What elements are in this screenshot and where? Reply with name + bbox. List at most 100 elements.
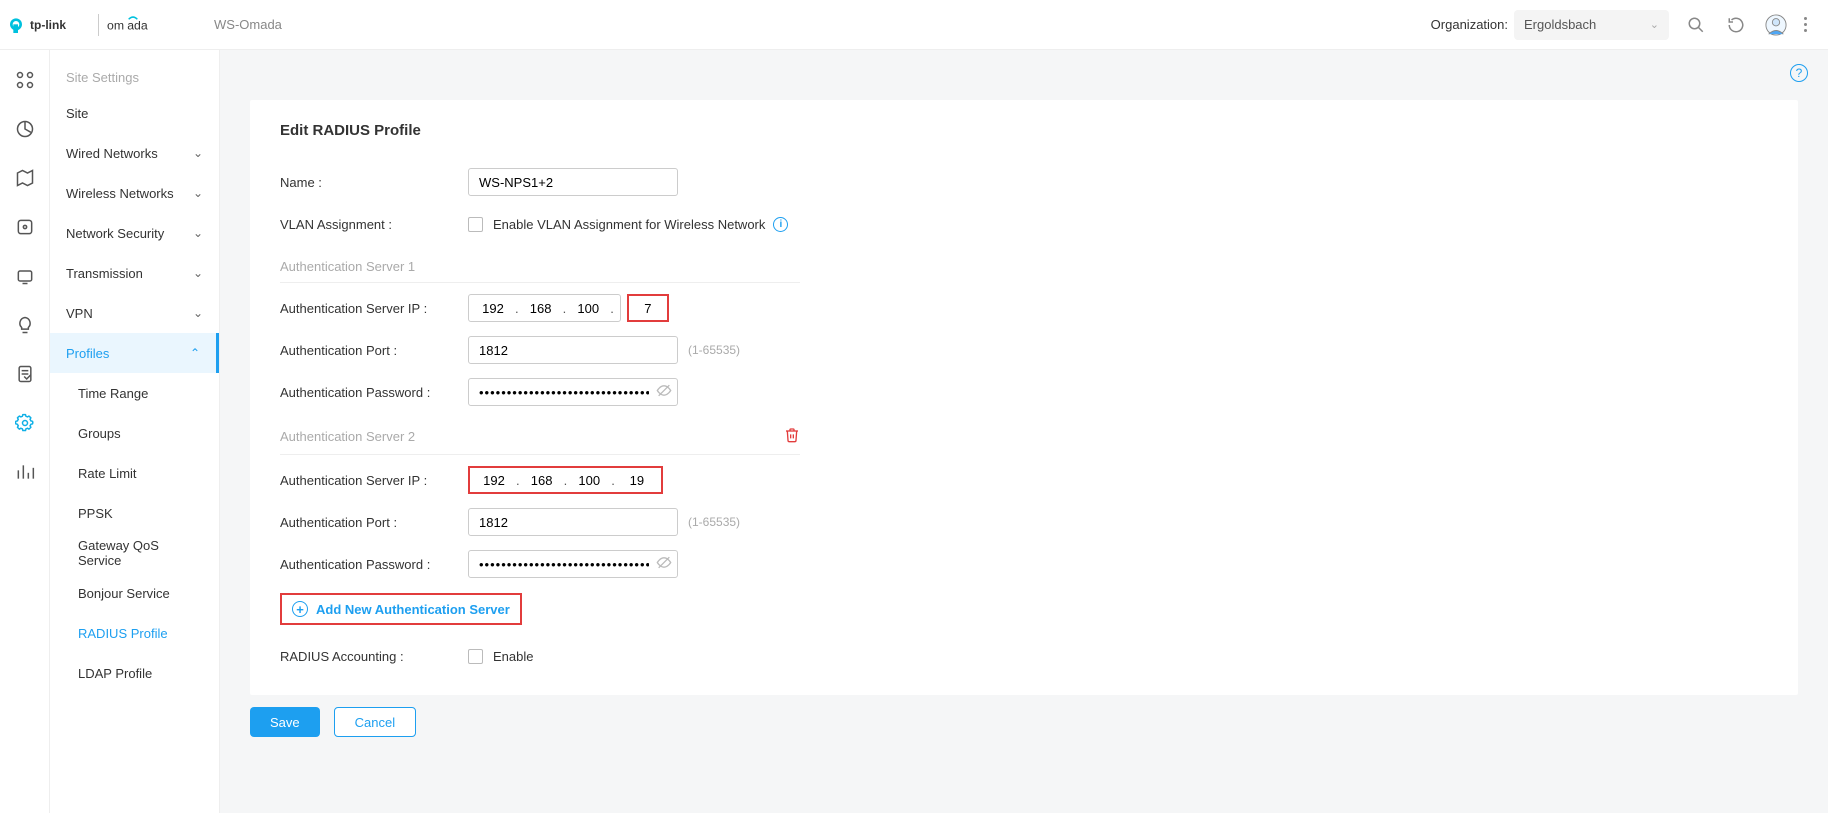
radius-accounting-checkbox-label: Enable [493,649,533,664]
auth-server-2-ip-d[interactable] [617,468,657,492]
clients-icon[interactable] [13,264,37,288]
cancel-button[interactable]: Cancel [334,707,416,737]
sidebar-item-vpn[interactable]: VPN ⌄ [50,293,219,333]
report-icon[interactable] [13,460,37,484]
sidebar-sub-rate-limit[interactable]: Rate Limit [50,453,219,493]
dashboard-icon[interactable] [13,68,37,92]
auth-server-2-ip-label: Authentication Server IP [280,473,468,488]
sidebar-item-wireless-networks[interactable]: Wireless Networks ⌄ [50,173,219,213]
add-auth-server-button[interactable]: + Add New Authentication Server [280,593,522,625]
radius-profile-form: Edit RADIUS Profile Name VLAN Assignment… [250,100,1798,695]
sidebar-item-label: Site [66,106,88,121]
auth-server-1-ip-d[interactable] [629,296,667,320]
auth-server-1-ip-c[interactable] [568,296,608,320]
user-avatar[interactable] [1763,12,1789,38]
sidebar-item-label: Transmission [66,266,143,281]
chevron-down-icon: ⌄ [193,266,203,280]
svg-text:tp-link: tp-link [30,18,66,32]
eye-off-icon[interactable] [656,383,672,402]
auth-server-1-port-label: Authentication Port [280,343,468,358]
chevron-down-icon: ⌄ [1650,18,1659,31]
auth-server-1-ip-d-highlight [627,294,669,322]
sidebar-item-profiles[interactable]: Profiles ⌃ [50,333,219,373]
sidebar-item-transmission[interactable]: Transmission ⌄ [50,253,219,293]
auth-server-1-password-input[interactable] [468,378,678,406]
search-icon[interactable] [1683,12,1709,38]
name-input[interactable] [468,168,678,196]
port-hint: (1-65535) [688,515,740,529]
sidebar-sub-groups[interactable]: Groups [50,413,219,453]
sidebar: Site Settings Site Wired Networks ⌄ Wire… [50,50,220,813]
chevron-up-icon: ⌃ [190,346,200,360]
vlan-assignment-checkbox[interactable] [468,217,483,232]
sidebar-section-title: Site Settings [50,62,219,93]
devices-icon[interactable] [13,215,37,239]
auth-server-1-ip-group: . . . [468,294,621,322]
sidebar-item-label: VPN [66,306,93,321]
sidebar-sub-ppsk[interactable]: PPSK [50,493,219,533]
chevron-down-icon: ⌄ [193,226,203,240]
sidebar-item-label: Network Security [66,226,164,241]
page-title: Edit RADIUS Profile [280,122,1768,139]
delete-server-2-icon[interactable] [784,427,800,446]
sidebar-sub-time-range[interactable]: Time Range [50,373,219,413]
info-icon[interactable]: i [773,217,788,232]
sidebar-sub-gateway-qos[interactable]: Gateway QoS Service [50,533,219,573]
auth-server-2-ip-a[interactable] [474,468,514,492]
auth-server-2-ip-b[interactable] [522,468,562,492]
auth-server-1-password-label: Authentication Password [280,385,468,400]
auth-server-1-port-input[interactable] [468,336,678,364]
radius-accounting-label: RADIUS Accounting [280,649,468,664]
logo-divider [98,14,99,36]
auth-server-1-ip-b[interactable] [521,296,561,320]
content-area: ? Edit RADIUS Profile Name VLAN Assignme… [220,50,1828,813]
refresh-icon[interactable] [1723,12,1749,38]
auth-server-1-header: Authentication Server 1 [280,245,800,283]
icon-rail [0,50,50,813]
svg-text:ada: ada [127,18,148,32]
statistics-icon[interactable] [13,117,37,141]
auth-server-2-ip-c[interactable] [569,468,609,492]
auth-server-2-password-input[interactable] [468,550,678,578]
port-hint: (1-65535) [688,343,740,357]
auth-server-2-header: Authentication Server 2 [280,413,800,455]
more-menu-icon[interactable] [1799,12,1812,37]
sidebar-item-wired-networks[interactable]: Wired Networks ⌄ [50,133,219,173]
auth-server-2-port-input[interactable] [468,508,678,536]
sidebar-item-network-security[interactable]: Network Security ⌄ [50,213,219,253]
radius-accounting-checkbox[interactable] [468,649,483,664]
sidebar-item-site[interactable]: Site [50,93,219,133]
sidebar-sub-ldap-profile[interactable]: LDAP Profile [50,653,219,693]
sidebar-sub-radius-profile[interactable]: RADIUS Profile [50,613,219,653]
chevron-down-icon: ⌄ [193,306,203,320]
topbar: tp-link om ada WS-Omada Organization: Er… [0,0,1828,50]
auth-server-1-ip-a[interactable] [473,296,513,320]
vlan-assignment-checkbox-label: Enable VLAN Assignment for Wireless Netw… [493,217,765,232]
organization-label: Organization: [1431,17,1508,32]
chevron-down-icon: ⌄ [193,146,203,160]
log-icon[interactable] [13,362,37,386]
sidebar-item-label: Profiles [66,346,109,361]
auth-server-2-port-label: Authentication Port [280,515,468,530]
auth-server-2-ip-group: . . . [468,466,663,494]
settings-icon[interactable] [13,411,37,435]
form-footer: Save Cancel [250,707,1828,757]
organization-select[interactable]: Ergoldsbach ⌄ [1514,10,1669,40]
omada-logo: om ada [107,14,172,36]
sidebar-item-label: Wireless Networks [66,186,174,201]
logo-area: tp-link om ada [10,14,210,36]
breadcrumb: WS-Omada [214,17,282,32]
save-button[interactable]: Save [250,707,320,737]
help-icon[interactable]: ? [1790,64,1808,82]
add-auth-server-label: Add New Authentication Server [316,602,510,617]
auth-server-2-password-label: Authentication Password [280,557,468,572]
map-icon[interactable] [13,166,37,190]
name-label: Name [280,175,468,190]
plus-circle-icon: + [292,601,308,617]
tplink-logo: tp-link [10,14,90,36]
sidebar-sub-bonjour[interactable]: Bonjour Service [50,573,219,613]
sidebar-item-label: Wired Networks [66,146,158,161]
organization-value: Ergoldsbach [1524,17,1596,32]
eye-off-icon[interactable] [656,555,672,574]
insight-icon[interactable] [13,313,37,337]
